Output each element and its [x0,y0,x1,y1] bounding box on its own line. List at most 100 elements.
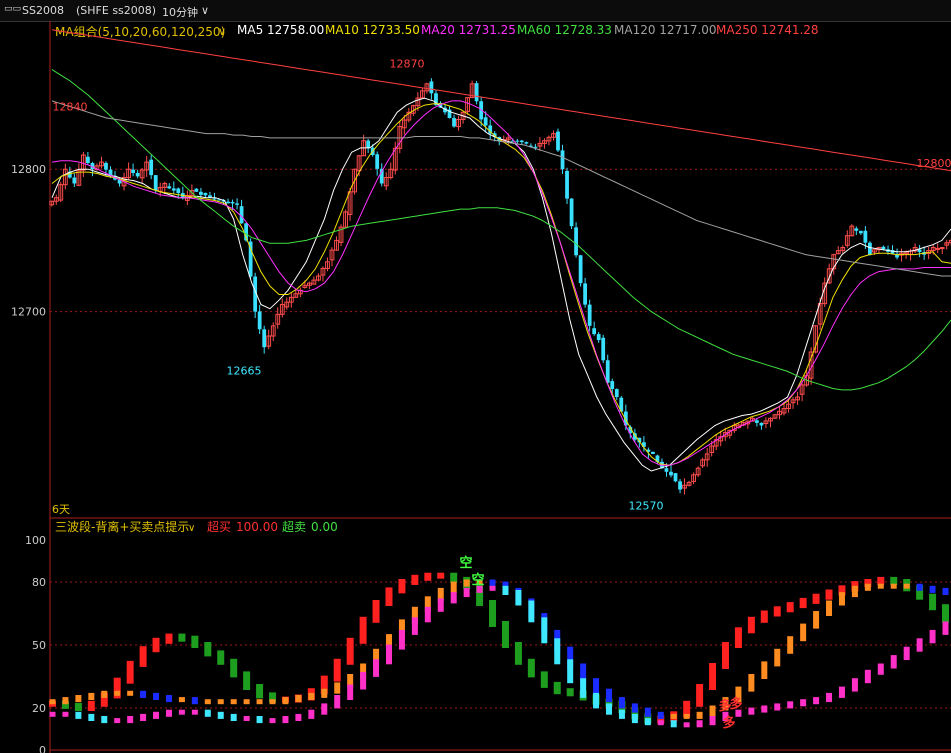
oscillator-block-fast [87,700,95,711]
oscillator-block-fast [385,587,393,606]
oscillator-block-fast [773,606,781,617]
oscillator-block-mid [890,583,897,589]
oscillator-block-fast [450,572,458,583]
candle-body [858,230,863,234]
oscillator-block-fast [501,621,509,648]
oversold-value: 0.00 [311,520,338,534]
oscillator-block-slow [683,722,690,728]
candle-body [601,337,606,361]
candle-body [939,247,945,250]
oscillator-block-slow [217,711,224,719]
candle-body [104,162,108,170]
oscillator-block-fast [760,610,768,623]
candle-body [759,422,764,426]
oscillator-block-mid [153,692,160,700]
oscillator-block-slow [670,720,677,728]
price-axis: 12800 12700 [11,163,46,318]
oscillator-block-fast [372,600,380,623]
oscillator-block-slow [178,709,185,715]
oscillator-block-mid [191,697,198,705]
oscillator-block-fast [152,637,160,653]
oscillator-tick-label: 0 [39,744,46,753]
oscillator-block-slow [580,678,587,698]
oscillator-block-fast [411,574,419,585]
candle-body [610,381,615,390]
candle-body [375,154,380,169]
candle-body [673,473,678,482]
price-grid [50,168,951,313]
candle-body [592,328,597,335]
oscillator-block-slow [502,585,509,595]
candle-body [614,389,619,397]
oscillator-block-slow [903,646,910,661]
oscillator-block-slow [826,692,833,703]
oscillator-block-slow [49,711,56,717]
oscillator-block-fast [74,702,82,711]
oscillator-block-slow [800,699,807,707]
oscillator-block-slow [321,703,328,715]
oscillator-block-slow [890,655,897,669]
oscillator-block-mid [88,692,95,700]
oscillator-block-fast [437,572,445,579]
price-label: 12800 [917,157,951,170]
oscillator-block-fast [721,642,729,669]
oscillator-block-slow [88,713,95,721]
oscillator-block-fast [942,604,949,623]
candle-body [149,159,154,176]
oscillator-block-slow [140,713,147,721]
overbought-label: 超买 [207,519,231,534]
oscillator-block-mid [75,695,82,703]
candle-body [917,249,922,253]
oscillator-block-fast [566,688,574,697]
short-signal: 空 [459,555,472,571]
oscillator-block-slow [101,716,108,724]
oscillator-block-mid [877,583,884,589]
oscillator-block-slow [437,598,444,612]
oscillator-block-fast [514,642,522,665]
oscillator-block-fast [489,600,497,627]
oscillator-block-mid [230,699,237,705]
oscillator-block-slow [75,711,82,719]
oscillator-block-slow [191,709,198,715]
oscillator-block-slow [774,703,781,711]
oscillator-block-slow [463,587,470,598]
oscillator-block-slow [282,716,289,724]
oscillator-block-mid [49,699,56,705]
oscillator-block-mid [761,661,768,679]
oscillator-block-slow [851,678,858,692]
oscillator-block-fast [799,597,807,609]
candle-body [194,188,199,192]
oscillator-block-fast [230,658,238,678]
candle-body [235,203,239,205]
chevron-down-icon[interactable]: ∨ [188,523,195,534]
candle-body [176,188,181,194]
oscillator-block-mid [450,581,457,593]
oscillator-block-mid [593,678,600,694]
oscillator-block-fast [527,658,535,678]
oscillator-block-fast [929,593,937,611]
oscillator-block-mid [748,674,755,692]
oscillator-block-mid [217,699,224,705]
price-label: 12570 [629,500,664,513]
indicator-name[interactable]: 三波段-背离+买卖点提示 [55,519,189,534]
oscillator-block-mid [295,695,302,703]
oscillator-block-slow [929,629,936,644]
candlestick-chart[interactable]: 1280012700 1284012870128001266512570 6天 … [0,0,951,753]
price-tick-label: 12700 [11,306,46,319]
candle-body [587,304,592,326]
candle-body [135,172,140,177]
oscillator-block-fast [165,633,173,644]
candle-body [935,247,941,250]
candle-body [560,150,565,170]
candle-body [72,177,77,184]
candle-body [257,311,262,330]
oscillator-block-mid [140,690,147,698]
oscillator-block-mid [929,585,936,593]
oscillator-block-slow [761,705,768,713]
candle-body [230,201,235,204]
oscillator-block-mid [813,611,820,629]
oscillator-block-fast [243,671,251,690]
oscillator-block-mid [864,583,871,591]
candle-body [583,283,588,305]
oscillator-block-slow [554,638,561,665]
